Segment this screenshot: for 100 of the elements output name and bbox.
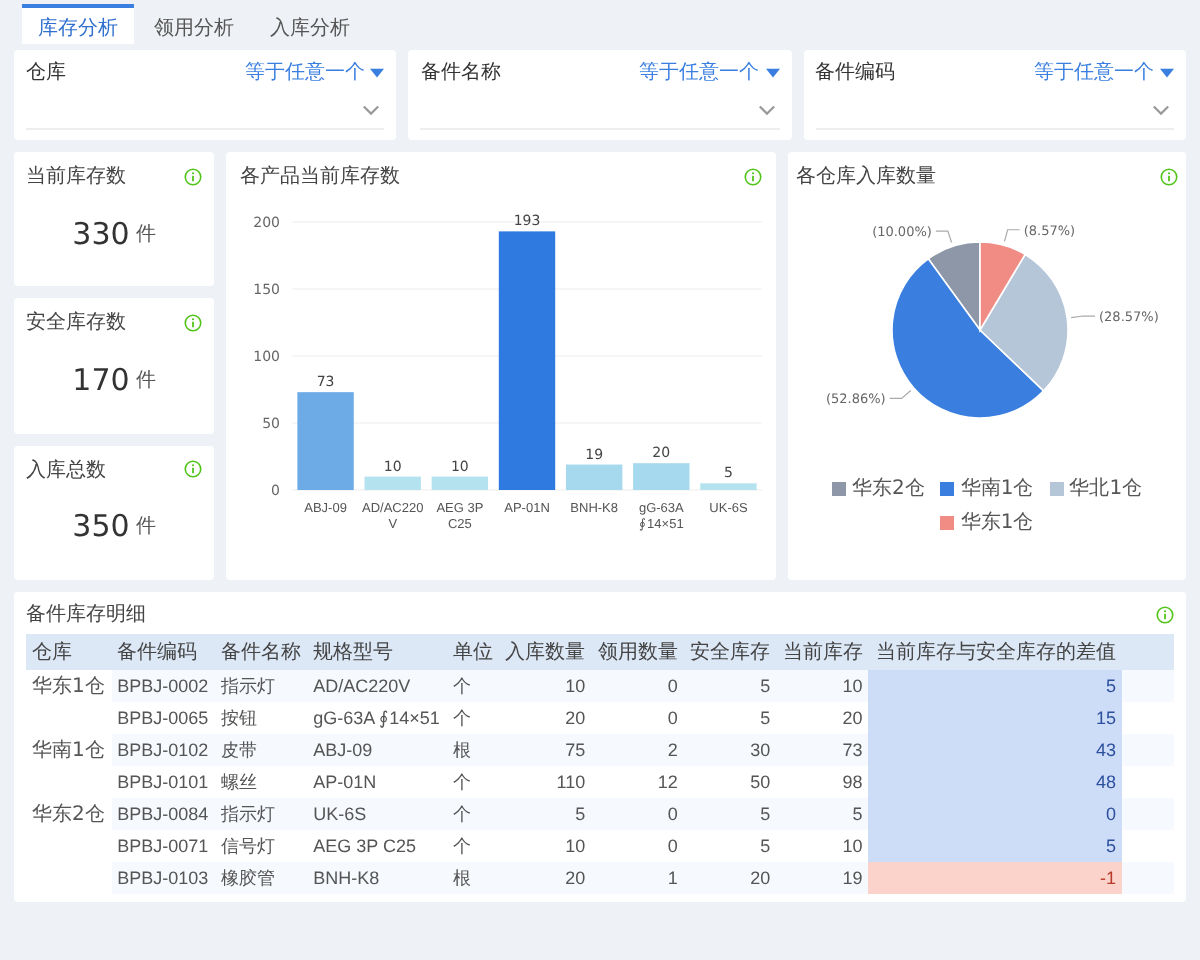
filter-label: 备件名称 bbox=[420, 60, 501, 86]
table-cell: 10 bbox=[776, 830, 869, 862]
table-cell: 个 bbox=[446, 766, 499, 798]
table-cell: 根 bbox=[446, 862, 499, 894]
column-header: 备件编码 bbox=[111, 634, 215, 670]
table-cell: 5 bbox=[683, 830, 777, 862]
table-cell: 20 bbox=[683, 862, 777, 894]
column-header: 安全库存 bbox=[683, 634, 777, 670]
table-cell: 10 bbox=[498, 670, 592, 702]
stat-unit: 件 bbox=[135, 221, 156, 248]
table-cell: 98 bbox=[776, 766, 869, 798]
table-cell: 0 bbox=[591, 798, 684, 830]
chevron-icon bbox=[757, 104, 776, 116]
table-cell: BPBJ-0084 bbox=[111, 798, 215, 830]
column-header: 当前库存与安全库存的差值 bbox=[868, 634, 1122, 670]
table-cell: BPBJ-0101 bbox=[111, 766, 215, 798]
table-cell: BPBJ-0103 bbox=[111, 862, 215, 894]
stat-unit: 件 bbox=[135, 514, 156, 541]
operator-link[interactable]: 等于任意一个 bbox=[639, 58, 760, 86]
table-cell: 12 bbox=[591, 766, 684, 798]
table-cell: 48 bbox=[868, 766, 1122, 798]
table-cell: 5 bbox=[683, 702, 777, 734]
info-icon[interactable] bbox=[184, 313, 202, 332]
table-cell: 按钮 bbox=[214, 702, 308, 734]
stat-title: 当前库存数 bbox=[26, 163, 126, 190]
table-cell: 2 bbox=[591, 734, 684, 766]
legend-label[interactable]: 华东2仓 bbox=[851, 474, 925, 502]
column-header: 仓库 bbox=[26, 634, 112, 670]
legend-label[interactable]: 华北1仓 bbox=[1069, 474, 1143, 502]
info-icon[interactable] bbox=[1160, 167, 1178, 185]
table-cell: 个 bbox=[446, 830, 499, 862]
table-cell: -1 bbox=[868, 862, 1122, 894]
table-cell: 指示灯 bbox=[214, 670, 308, 702]
table-cell: 50 bbox=[683, 766, 777, 798]
table-cell: 5 bbox=[868, 830, 1122, 862]
leader-line bbox=[889, 389, 912, 400]
table-cell: 0 bbox=[868, 798, 1122, 830]
info-icon[interactable] bbox=[184, 167, 202, 185]
tab[interactable]: 入库分析 bbox=[254, 4, 366, 44]
column-header: 入库数量 bbox=[498, 634, 592, 670]
stat-title: 入库总数 bbox=[26, 457, 106, 484]
column-header: 当前库存 bbox=[776, 634, 869, 670]
table-cell: 个 bbox=[446, 670, 499, 702]
table-cell: 43 bbox=[868, 734, 1122, 766]
table-cell: 0 bbox=[591, 830, 684, 862]
table-cell: 5 bbox=[683, 798, 777, 830]
chevron-icon bbox=[362, 104, 381, 116]
table-cell: 信号灯 bbox=[214, 830, 308, 862]
table-cell: 指示灯 bbox=[214, 798, 308, 830]
table-cell: BPBJ-0102 bbox=[111, 734, 215, 766]
caret-icon[interactable] bbox=[370, 67, 385, 77]
table-cell: 0 bbox=[591, 670, 684, 702]
legend-label[interactable]: 华南1仓 bbox=[960, 474, 1034, 502]
tab[interactable]: 库存分析 bbox=[22, 4, 134, 44]
table-cell: AD/AC220V bbox=[307, 670, 447, 702]
table-cell: 5 bbox=[868, 670, 1122, 702]
stat-title: 安全库存数 bbox=[26, 309, 126, 337]
table-cell: ABJ-09 bbox=[307, 734, 447, 766]
table-cell: 橡胶管 bbox=[214, 862, 308, 894]
chart-title: 各产品当前库存数 bbox=[240, 163, 400, 190]
table-title: 备件库存明细 bbox=[26, 601, 146, 628]
table-cell: 个 bbox=[446, 702, 499, 734]
filter-label: 备件编码 bbox=[815, 59, 896, 86]
table-cell: 20 bbox=[498, 702, 592, 734]
info-icon[interactable] bbox=[1156, 605, 1174, 623]
info-icon[interactable] bbox=[184, 460, 202, 479]
filter-label: 仓库 bbox=[26, 59, 66, 86]
table-cell: 螺丝 bbox=[214, 766, 308, 798]
stat-value: 330 bbox=[72, 215, 130, 252]
table-cell: 10 bbox=[776, 670, 869, 702]
table-cell: 根 bbox=[446, 734, 499, 766]
tab[interactable]: 领用分析 bbox=[138, 4, 250, 44]
table-cell: 30 bbox=[683, 734, 777, 766]
operator-link[interactable]: 等于任意一个 bbox=[244, 58, 365, 86]
table-cell: BPBJ-0071 bbox=[111, 830, 215, 862]
table-cell: 皮带 bbox=[214, 734, 308, 766]
table-cell: 0 bbox=[591, 702, 684, 734]
table-cell: BNH-K8 bbox=[307, 862, 447, 894]
table-cell: 1 bbox=[591, 862, 684, 894]
table-cell: 20 bbox=[776, 702, 869, 734]
column-header: 领用数量 bbox=[591, 634, 684, 670]
table-cell: 19 bbox=[776, 862, 869, 894]
table-cell: UK-6S bbox=[307, 798, 447, 830]
column-header: 单位 bbox=[446, 634, 499, 670]
caret-icon[interactable] bbox=[1159, 67, 1174, 77]
table-cell: 73 bbox=[776, 734, 869, 766]
table-cell: AEG 3P C25 bbox=[307, 830, 447, 862]
table-cell: 110 bbox=[498, 766, 592, 798]
info-icon[interactable] bbox=[744, 167, 762, 185]
stat-value: 170 bbox=[72, 361, 130, 398]
table-cell: 10 bbox=[498, 830, 592, 862]
operator-link[interactable]: 等于任意一个 bbox=[1033, 58, 1154, 86]
column-header: 备件名称 bbox=[214, 634, 308, 670]
caret-icon[interactable] bbox=[765, 67, 780, 77]
table-cell: BPBJ-0002 bbox=[111, 670, 215, 702]
table-cell: gG-63A ∮14×51 bbox=[307, 702, 447, 734]
table-cell: 5 bbox=[683, 670, 777, 702]
legend-label[interactable]: 华东1仓 bbox=[960, 508, 1034, 536]
table-cell: 5 bbox=[776, 798, 869, 830]
table-cell: BPBJ-0065 bbox=[111, 702, 215, 734]
